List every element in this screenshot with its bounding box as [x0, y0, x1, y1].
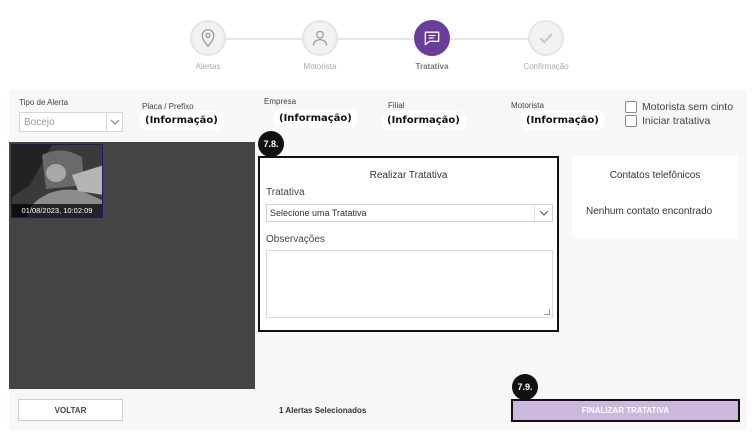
location-pin-icon — [190, 20, 226, 56]
video-panel: 01/08/2023, 10:02:09 — [9, 142, 255, 389]
selected-count: 1 Alertas Selecionados — [279, 406, 367, 415]
step-tratativa[interactable]: Tratativa — [392, 20, 472, 71]
chat-bubble-icon — [414, 20, 450, 56]
tipo-alerta-value: Bocejo — [24, 117, 55, 128]
iniciar-tratativa-checkbox[interactable]: Iniciar tratativa — [625, 115, 710, 127]
finalizar-tratativa-button[interactable]: FINALIZAR TRATATIVA — [511, 399, 740, 422]
filial-value: (Informação) — [381, 111, 466, 130]
person-icon — [302, 20, 338, 56]
panel-title: Contatos telefônicos — [609, 170, 701, 181]
checkbox-label: Motorista sem cinto — [642, 101, 734, 113]
chevron-down-icon — [106, 113, 122, 131]
chevron-down-icon — [534, 205, 552, 221]
step-confirmacao[interactable]: Confirmação — [506, 20, 586, 71]
empresa-value: (Informação) — [273, 109, 358, 128]
motorista-label: Motorista — [511, 101, 544, 110]
motorista-value: (Informação) — [520, 111, 605, 130]
main-panel: Tipo de Alerta Bocejo Placa / Prefixo (I… — [9, 90, 747, 430]
tratativa-select[interactable]: Selecione uma Tratativa — [266, 204, 553, 222]
observacoes-textarea[interactable] — [266, 250, 553, 318]
tipo-alerta-select[interactable]: Bocejo — [19, 112, 123, 132]
step-label: Confirmação — [523, 62, 569, 71]
step-alertas[interactable]: Alertas — [168, 20, 248, 71]
annotation-badge: 7.9. — [512, 374, 538, 400]
step-label: Tratativa — [415, 62, 449, 71]
filial-label: Filial — [388, 101, 405, 110]
realizar-tratativa-panel: Realizar Tratativa Tratativa Selecione u… — [258, 156, 559, 332]
check-icon — [528, 20, 564, 56]
page: Alertas Motorista Tratativa Confirmação … — [0, 0, 756, 440]
tratativa-select-value: Selecione uma Tratativa — [270, 208, 367, 218]
step-label: Motorista — [303, 62, 337, 71]
checkbox-box[interactable] — [625, 101, 637, 113]
tratativa-label: Tratativa — [266, 187, 305, 198]
stepper: Alertas Motorista Tratativa Confirmação — [0, 0, 756, 88]
checkbox-label: Iniciar tratativa — [642, 115, 711, 127]
motorista-sem-cinto-checkbox[interactable]: Motorista sem cinto — [625, 101, 733, 113]
step-motorista[interactable]: Motorista — [280, 20, 360, 71]
checkbox-box[interactable] — [625, 115, 637, 127]
thumbnail-timestamp: 01/08/2023, 10:02:09 — [12, 204, 102, 217]
voltar-button[interactable]: VOLTAR — [18, 399, 123, 421]
empty-message: Nenhum contato encontrado — [586, 206, 713, 217]
placa-label: Placa / Prefixo — [142, 102, 194, 111]
resize-handle-icon[interactable] — [544, 309, 550, 315]
panel-title: Realizar Tratativa — [369, 170, 448, 181]
empresa-label: Empresa — [264, 97, 297, 106]
contatos-panel: Contatos telefônicos Nenhum contato enco… — [572, 156, 738, 238]
annotation-badge: 7.8. — [258, 131, 284, 157]
alert-thumbnail[interactable]: 01/08/2023, 10:02:09 — [11, 144, 103, 218]
observacoes-label: Observações — [266, 234, 325, 245]
tipo-alerta-label: Tipo de Alerta — [19, 98, 69, 107]
placa-value: (Informação) — [139, 111, 224, 130]
step-label: Alertas — [195, 62, 221, 71]
